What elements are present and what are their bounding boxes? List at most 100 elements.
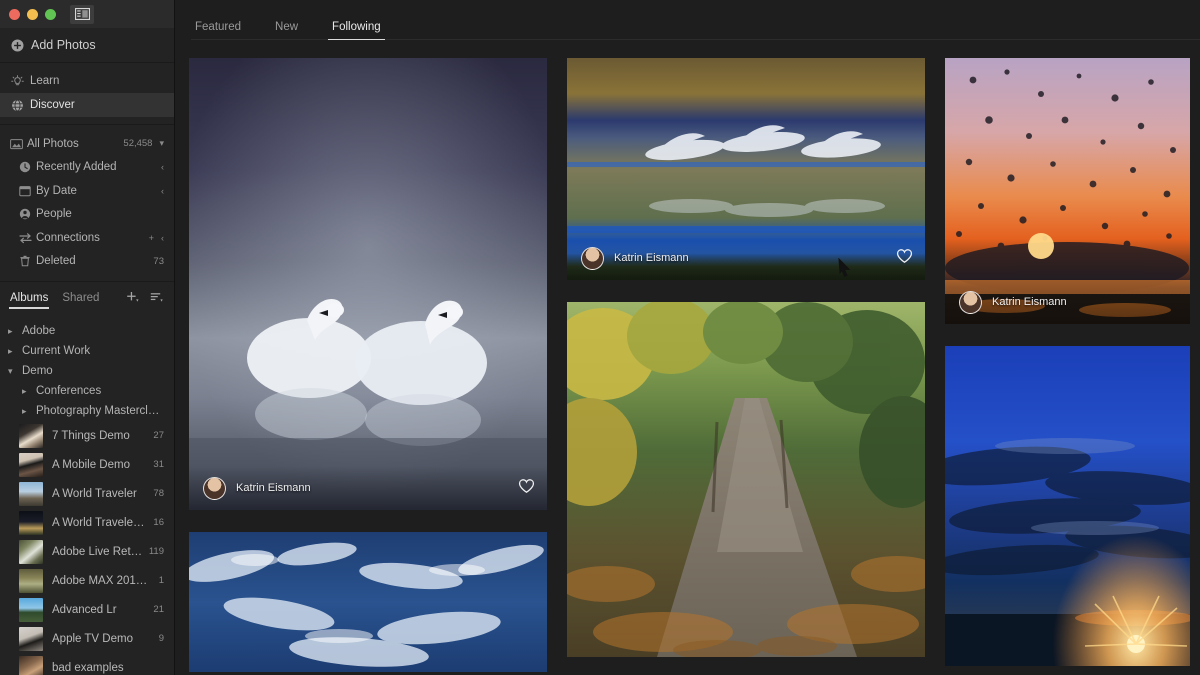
minimize-window-button[interactable] <box>27 8 38 20</box>
album-thumbnail <box>19 626 43 651</box>
photo-image <box>567 302 925 657</box>
tab-albums[interactable]: Albums <box>8 292 50 309</box>
photo-author: Katrin Eismann <box>614 252 689 264</box>
album-count: 119 <box>148 546 164 557</box>
chevron-left-icon[interactable]: ‹ <box>161 162 164 172</box>
tab-shared[interactable]: Shared <box>62 292 99 309</box>
app-window: Add Photos Learn Discover All Photos 52,… <box>0 0 1200 675</box>
photo-card-autumn-road[interactable] <box>567 302 925 657</box>
albums-header-actions <box>126 291 164 309</box>
sidebar-item-learn-label: Learn <box>30 75 60 87</box>
lightbulb-icon <box>11 74 30 88</box>
globe-icon <box>11 99 30 112</box>
chevron-right-icon[interactable]: ▸ <box>8 326 22 337</box>
album-count: 78 <box>153 488 164 499</box>
library-section: All Photos 52,458 ▾ Recently Added ‹ By … <box>0 125 174 282</box>
sidebar-item-by-date-label: By Date <box>36 184 77 197</box>
album-tree: ▸ Adobe ▸ Current Work ▾ Demo ▸ Conferen… <box>0 315 174 421</box>
sidebar-item-deleted-label: Deleted <box>36 255 76 268</box>
connections-icon <box>19 232 36 244</box>
chevron-left-icon[interactable]: ‹ <box>161 233 164 243</box>
avatar[interactable] <box>203 476 226 500</box>
list-item[interactable]: Apple TV Demo 9 <box>0 624 174 653</box>
list-item[interactable]: A World Traveler 78 <box>0 479 174 508</box>
list-item[interactable]: Advanced Lr 21 <box>0 595 174 624</box>
chevron-down-icon[interactable]: ▾ <box>159 138 164 149</box>
tab-new[interactable]: New <box>271 21 302 40</box>
avatar[interactable] <box>959 290 982 314</box>
album-group-photography-masterclass-label: Photography Masterclass <box>36 405 164 417</box>
photo-attribution: Katrin Eismann <box>945 280 1190 324</box>
close-window-button[interactable] <box>9 8 20 20</box>
add-photos-button[interactable]: Add Photos <box>0 28 174 62</box>
sidebar-item-learn[interactable]: Learn <box>0 69 174 93</box>
list-item[interactable]: bad examples <box>0 653 174 675</box>
chevron-right-icon[interactable]: ▸ <box>22 406 36 417</box>
add-connection-icon[interactable]: + <box>149 233 154 243</box>
avatar[interactable] <box>581 246 604 270</box>
album-count: 27 <box>153 430 164 441</box>
albums-tabs: Albums Shared <box>8 292 99 309</box>
album-name: A World Traveler <box>52 487 137 500</box>
photo-card-flying-swans[interactable]: Katrin Eismann <box>567 58 925 280</box>
add-album-icon[interactable] <box>126 291 140 309</box>
list-item[interactable]: Adobe MAX 2019 Key... 1 <box>0 566 174 595</box>
album-name: Adobe MAX 2019 Key... <box>52 574 153 587</box>
photos-icon <box>10 138 27 150</box>
photo-card-clouds[interactable] <box>189 532 547 672</box>
album-count: 1 <box>158 575 164 586</box>
album-name: 7 Things Demo <box>52 429 130 442</box>
sidebar-item-people[interactable]: People <box>0 203 174 227</box>
album-count: 16 <box>153 517 164 528</box>
album-thumbnail <box>19 597 43 622</box>
photo-author: Katrin Eismann <box>236 482 311 494</box>
album-group-demo[interactable]: ▾ Demo <box>0 361 174 381</box>
tab-following[interactable]: Following <box>328 21 385 40</box>
sidebar-item-by-date[interactable]: By Date ‹ <box>0 179 174 203</box>
photo-column-3: Katrin Eismann <box>945 58 1190 675</box>
album-group-current-work[interactable]: ▸ Current Work <box>0 341 174 361</box>
album-name: Apple TV Demo <box>52 632 133 645</box>
sort-albums-icon[interactable] <box>150 291 164 309</box>
window-controls[interactable] <box>9 8 56 20</box>
album-name: Adobe Live Retouching <box>52 545 143 558</box>
sidebar-item-connections[interactable]: Connections + ‹ <box>0 226 174 250</box>
photo-attribution: Katrin Eismann <box>567 236 925 280</box>
panel-layout-icon[interactable] <box>70 4 94 24</box>
album-thumbnail <box>19 452 43 477</box>
chevron-left-icon[interactable]: ‹ <box>161 186 164 196</box>
photo-card-swans[interactable]: Katrin Eismann <box>189 58 547 510</box>
list-item[interactable]: A World Traveler - Eur... 16 <box>0 508 174 537</box>
chevron-right-icon[interactable]: ▸ <box>22 386 36 397</box>
heart-outline-icon[interactable] <box>896 248 913 269</box>
album-count: 9 <box>158 633 164 644</box>
list-item[interactable]: 7 Things Demo 27 <box>0 421 174 450</box>
chevron-right-icon[interactable]: ▸ <box>8 346 22 357</box>
add-photos-section: Add Photos <box>0 28 174 63</box>
maximize-window-button[interactable] <box>45 8 56 20</box>
album-group-adobe[interactable]: ▸ Adobe <box>0 321 174 341</box>
sidebar-item-all-photos[interactable]: All Photos 52,458 ▾ <box>0 132 174 156</box>
album-count: 21 <box>153 604 164 615</box>
sidebar-item-deleted[interactable]: Deleted 73 <box>0 250 174 274</box>
person-icon <box>19 208 36 220</box>
photo-card-blue-sunset[interactable] <box>945 346 1190 666</box>
album-group-conferences[interactable]: ▸ Conferences <box>0 381 174 401</box>
chevron-down-icon[interactable]: ▾ <box>8 366 22 377</box>
list-item[interactable]: A Mobile Demo 31 <box>0 450 174 479</box>
add-photos-label: Add Photos <box>31 38 96 52</box>
album-group-photography-masterclass[interactable]: ▸ Photography Masterclass <box>0 401 174 421</box>
heart-outline-icon[interactable] <box>518 478 535 499</box>
photo-card-sunset-splash[interactable]: Katrin Eismann <box>945 58 1190 324</box>
album-thumbnail <box>19 568 43 593</box>
photo-column-1: Katrin Eismann <box>189 58 547 675</box>
sidebar-item-all-photos-label: All Photos <box>27 137 79 150</box>
tab-featured[interactable]: Featured <box>191 21 245 40</box>
sidebar-item-discover[interactable]: Discover <box>0 93 174 117</box>
sidebar-item-recently-added[interactable]: Recently Added ‹ <box>0 156 174 180</box>
list-item[interactable]: Adobe Live Retouching 119 <box>0 537 174 566</box>
sidebar: Add Photos Learn Discover All Photos 52,… <box>0 0 175 675</box>
album-name: A Mobile Demo <box>52 458 130 471</box>
main-content: Featured New Following Katrin Eismann Ka… <box>175 0 1200 675</box>
photo-column-2: Katrin Eismann <box>567 58 925 675</box>
